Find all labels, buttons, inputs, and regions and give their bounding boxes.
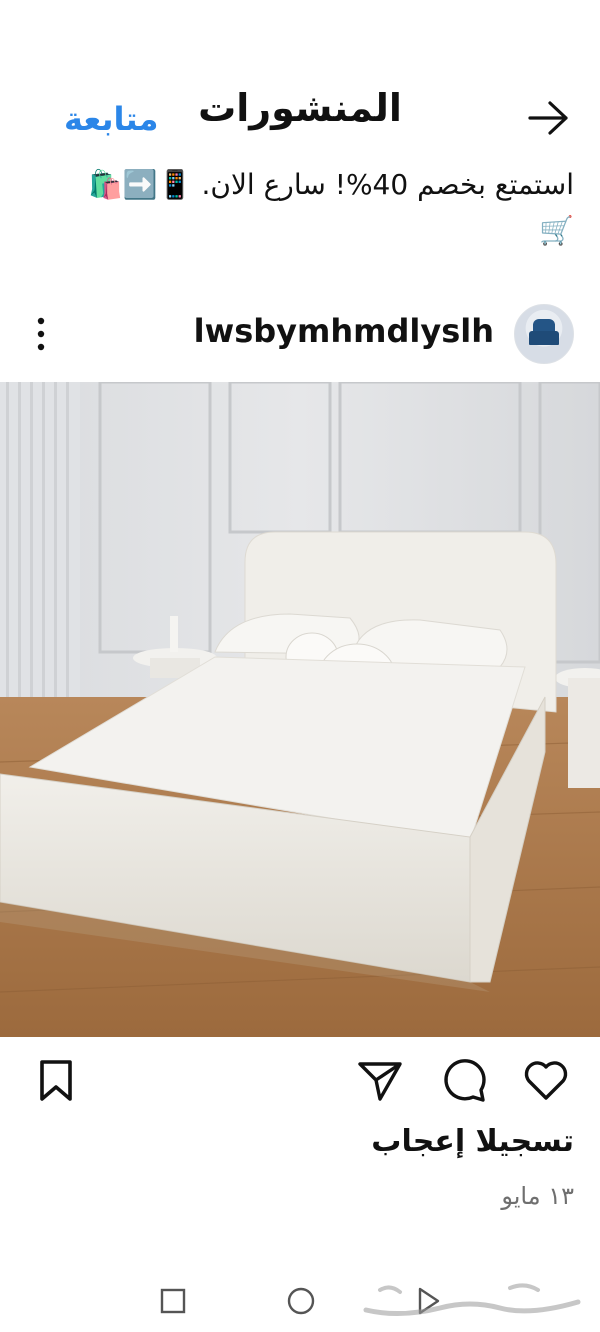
system-navigation-bar xyxy=(0,1262,600,1332)
more-vertical-icon[interactable] xyxy=(30,314,52,354)
share-icon[interactable] xyxy=(356,1056,404,1104)
post-action-bar xyxy=(0,1056,600,1116)
home-icon[interactable] xyxy=(286,1286,316,1316)
post-author-row[interactable]: lwsbymhmdlyslh xyxy=(0,300,600,370)
post-caption: استمتع بخصم 40%! سارع الان. 📱➡️🛍️ 🛒 xyxy=(26,162,574,254)
post-image[interactable] xyxy=(0,382,600,1037)
username[interactable]: lwsbymhmdlyslh xyxy=(194,312,494,350)
bookmark-icon[interactable] xyxy=(32,1056,80,1104)
bed-photo-illustration xyxy=(0,382,600,1037)
caption-emojis: 📱➡️🛍️ xyxy=(87,168,193,201)
avatar[interactable] xyxy=(514,304,574,364)
cart-emoji: 🛒 xyxy=(539,214,574,247)
follow-button[interactable]: متابعة xyxy=(64,100,158,138)
likes-count[interactable]: تسجيلا إعجاب xyxy=(371,1124,574,1159)
top-header: المنشورات متابعة xyxy=(0,70,600,160)
comment-icon[interactable] xyxy=(440,1056,488,1104)
heart-icon[interactable] xyxy=(522,1056,570,1104)
haraj-watermark-logo xyxy=(363,1283,581,1317)
post-date: ١٣ مايو xyxy=(501,1182,574,1210)
recent-apps-icon[interactable] xyxy=(160,1288,186,1314)
caption-text: استمتع بخصم 40%! سارع الان. xyxy=(201,168,574,201)
